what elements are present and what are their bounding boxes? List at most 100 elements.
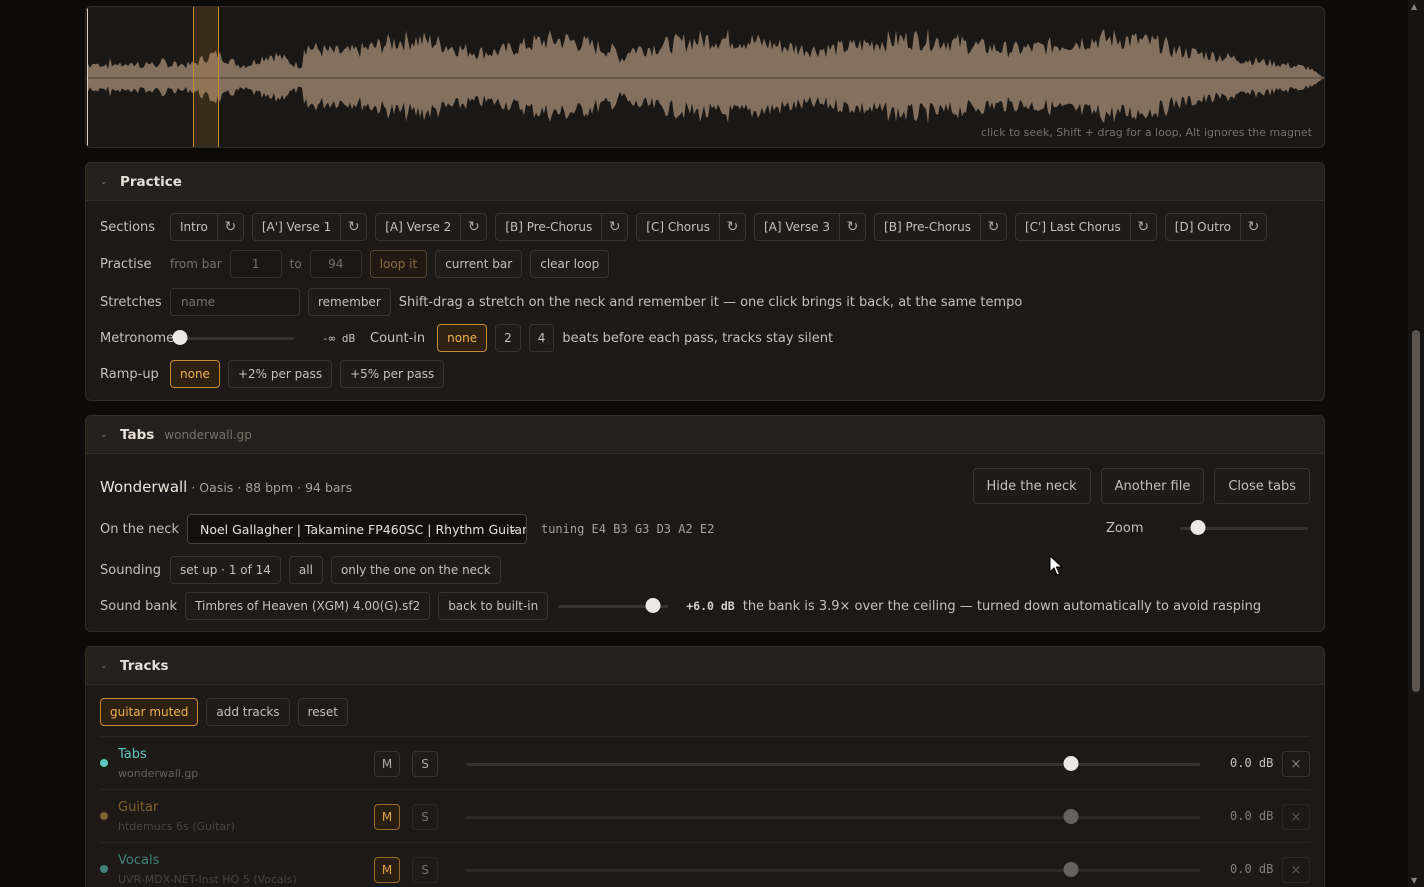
soundbank-button[interactable]: Timbres of Heaven (XGM) 4.00(G).sf2 (185, 592, 431, 620)
metronome-slider[interactable] (172, 330, 294, 346)
sounding-all-button[interactable]: all (288, 556, 323, 584)
loop-section-icon[interactable]: ↻ (601, 214, 627, 240)
loop-section-icon[interactable]: ↻ (1129, 214, 1156, 240)
current-bar-button[interactable]: current bar (435, 250, 523, 278)
mute-button[interactable]: M (374, 751, 400, 777)
tabs-file: wonderwall.gp (164, 427, 252, 442)
countin-4-button[interactable]: 4 (528, 324, 555, 352)
section-button[interactable]: Intro (171, 214, 217, 240)
song-info: Wonderwall · Oasis · 88 bpm · 94 bars (100, 478, 352, 496)
page-scrollbar[interactable]: ▲ ▼ (1408, 0, 1424, 887)
rampup-2-button[interactable]: +2% per pass (227, 360, 333, 388)
loop-region[interactable] (193, 7, 219, 147)
track-row: Guitar htdemucs 6s (Guitar) M S 0.0 dB × (100, 789, 1310, 841)
add-tracks-button[interactable]: add tracks (206, 698, 290, 726)
bank-note: the bank is 3.9× over the ceiling — turn… (742, 598, 1262, 614)
back-builtin-button[interactable]: back to built-in (438, 592, 549, 620)
tabs-actions: Hide the neck Another file Close tabs (972, 468, 1310, 504)
reset-button[interactable]: reset (297, 698, 348, 726)
loop-section-icon[interactable]: ↻ (718, 214, 745, 240)
tracks-header[interactable]: ⌄ Tracks (86, 647, 1324, 685)
track-volume-knob[interactable] (1063, 756, 1079, 771)
zoom-slider[interactable] (1180, 520, 1308, 536)
remember-button[interactable]: remember (308, 288, 391, 316)
mute-button[interactable]: M (374, 804, 400, 830)
track-color-dot (100, 812, 108, 820)
to-label: to (289, 257, 302, 271)
loop-section-icon[interactable]: ↻ (216, 214, 243, 240)
sounding-setup-button[interactable]: set up · 1 of 14 (170, 556, 281, 584)
track-volume-knob[interactable] (1063, 809, 1079, 824)
remove-track-icon[interactable]: × (1282, 804, 1310, 830)
sounding-label: Sounding (100, 562, 162, 578)
tabs-panel: ⌄ Tabs wonderwall.gp Wonderwall · Oasis … (85, 415, 1325, 632)
section-chip: [C'] Last Chorus ↻ (1014, 213, 1157, 241)
practice-header[interactable]: ⌄ Practice (86, 163, 1324, 201)
countin-2-button[interactable]: 2 (495, 324, 521, 352)
loop-section-icon[interactable]: ↻ (340, 214, 366, 240)
section-button[interactable]: [A'] Verse 1 (253, 214, 340, 240)
rampup-5-button[interactable]: +5% per pass (340, 360, 445, 388)
loop-section-icon[interactable]: ↻ (979, 214, 1006, 240)
solo-button[interactable]: S (412, 857, 438, 883)
close-tabs-button[interactable]: Close tabs (1214, 468, 1310, 504)
track-volume-slider[interactable] (466, 809, 1200, 825)
practise-label: Practise (100, 256, 152, 272)
solo-button[interactable]: S (412, 751, 438, 777)
section-button[interactable]: [A] Verse 3 (755, 214, 839, 240)
playhead (87, 7, 88, 147)
loop-section-icon[interactable]: ↻ (839, 214, 865, 240)
to-bar-input[interactable]: 94 (309, 250, 362, 278)
stretch-name-input[interactable]: name (170, 288, 300, 316)
waveform-hint: click to seek, Shift + drag for a loop, … (981, 126, 1312, 139)
track-volume-knob[interactable] (1063, 862, 1079, 877)
scrollbar-thumb[interactable] (1412, 330, 1420, 692)
section-button[interactable]: [D] Outro (1166, 214, 1240, 240)
neck-track-select[interactable]: Noel Gallagher | Takamine FP460SC | Rhyt… (186, 514, 527, 544)
zoom-knob[interactable] (1190, 520, 1206, 535)
sounding-only-button[interactable]: only the one on the neck (330, 556, 501, 584)
from-bar-label: from bar (170, 257, 222, 271)
section-button[interactable]: [B] Pre-Chorus (875, 214, 980, 240)
rampup-none-button[interactable]: none (170, 360, 220, 388)
section-button[interactable]: [A] Verse 2 (376, 214, 460, 240)
section-button[interactable]: [C] Chorus (637, 214, 719, 240)
remove-track-icon[interactable]: × (1282, 857, 1310, 883)
section-button[interactable]: [C'] Last Chorus (1016, 214, 1130, 240)
bank-gain-slider[interactable] (558, 598, 669, 614)
collapse-chevron-icon[interactable]: ⌄ (100, 177, 120, 187)
another-file-button[interactable]: Another file (1100, 468, 1205, 504)
tracks-actions: guitar muted add tracks reset (100, 698, 348, 726)
sections-row: Sections Intro ↻ [A'] Verse 1 ↻ [A] Verse 2 ↻… (100, 213, 1267, 241)
hide-neck-button[interactable]: Hide the neck (972, 468, 1091, 504)
track-volume-slider[interactable] (466, 756, 1200, 772)
section-chip: Intro ↻ (170, 213, 244, 241)
mute-button[interactable]: M (374, 857, 400, 883)
track-volume-slider[interactable] (466, 862, 1200, 878)
loop-section-icon[interactable]: ↻ (460, 214, 486, 240)
sections-label: Sections (100, 219, 156, 235)
remove-track-icon[interactable]: × (1282, 751, 1310, 777)
track-name: Vocals (118, 853, 160, 868)
scroll-down-icon[interactable]: ▼ (1411, 876, 1417, 885)
track-source: htdemucs 6s (Guitar) (118, 820, 235, 833)
tabs-header[interactable]: ⌄ Tabs wonderwall.gp (86, 416, 1324, 454)
metronome-knob[interactable] (172, 330, 188, 345)
bank-gain-knob[interactable] (645, 598, 661, 613)
guitar-muted-button[interactable]: guitar muted (100, 698, 199, 726)
soundbank-label: Sound bank (100, 598, 178, 614)
loop-it-button[interactable]: loop it (369, 250, 428, 278)
scroll-up-icon[interactable]: ▲ (1411, 2, 1417, 11)
waveform-panel[interactable]: click to seek, Shift + drag for a loop, … (85, 6, 1325, 148)
section-button[interactable]: [B] Pre-Chorus (496, 214, 601, 240)
track-row: Vocals UVR-MDX-NET-Inst HQ 5 (Vocals) M S 0.… (100, 842, 1310, 887)
from-bar-input[interactable]: 1 (229, 250, 282, 278)
collapse-chevron-icon[interactable]: ⌄ (100, 430, 120, 440)
countin-none-button[interactable]: none (437, 324, 488, 352)
clear-loop-button[interactable]: clear loop (530, 250, 610, 278)
track-row: Tabs wonderwall.gp M S 0.0 dB × (100, 736, 1310, 788)
loop-section-icon[interactable]: ↻ (1239, 214, 1266, 240)
solo-button[interactable]: S (412, 804, 438, 830)
collapse-chevron-icon[interactable]: ⌄ (100, 661, 120, 671)
chevron-down-icon: ⌄ (507, 521, 518, 535)
